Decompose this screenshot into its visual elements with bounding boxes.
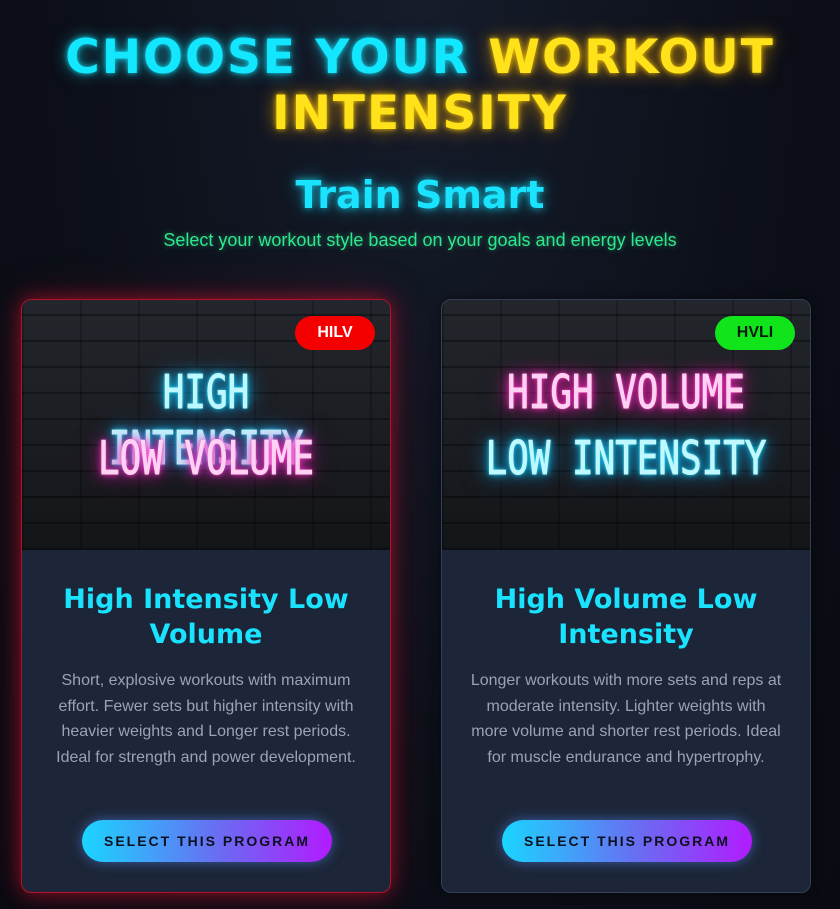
program-card-hvli: HIGH VOLUME LOW INTENSITY HVLI High Volu… (441, 299, 811, 893)
page-title: CHOOSE YOUR WORKOUT INTENSITY (0, 30, 840, 142)
card-title: High Volume Low Intensity (494, 584, 758, 650)
intensity-badge: HILV (295, 316, 375, 350)
page-tagline: Select your workout style based on your … (163, 230, 677, 250)
neon-sign-image: HIGH VOLUME LOW INTENSITY HVLI (442, 300, 810, 550)
card-body: High Volume Low Intensity Longer workout… (442, 550, 810, 892)
card-description: Longer workouts with more sets and reps … (470, 672, 782, 766)
intensity-badge: HVLI (715, 316, 795, 350)
neon-sign-image: HIGH INTENSITY LOW VOLUME HILV (22, 300, 390, 550)
neon-text-line-2: LOW INTENSITY (485, 431, 767, 486)
neon-text-line-2: LOW VOLUME (97, 431, 315, 486)
card-title: High Intensity Low Volume (63, 584, 349, 650)
page-subtitle: Train Smart (295, 173, 545, 217)
title-part-choose: CHOOSE YOUR (65, 30, 489, 85)
select-program-button[interactable]: SELECT THIS PROGRAM (82, 820, 332, 862)
title-part-workout: WORKOUT (488, 30, 775, 85)
program-card-hilv: HIGH INTENSITY LOW VOLUME HILV High Inte… (21, 299, 391, 893)
select-program-button[interactable]: SELECT THIS PROGRAM (502, 820, 752, 862)
card-body: High Intensity Low Volume Short, explosi… (22, 550, 390, 892)
card-description: Short, explosive workouts with maximum e… (56, 672, 356, 766)
title-part-intensity: INTENSITY (272, 86, 568, 141)
neon-text-line-1: HIGH VOLUME (507, 365, 745, 420)
